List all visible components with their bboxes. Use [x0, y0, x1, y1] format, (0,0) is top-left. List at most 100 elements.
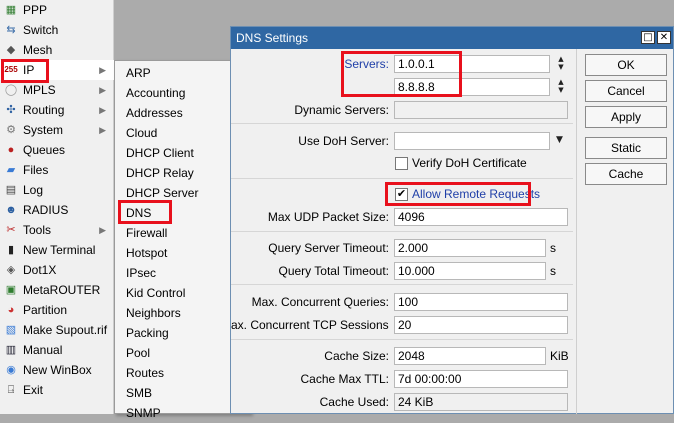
max-concurrent-tcp-label: ax. Concurrent TCP Sessions: [231, 318, 389, 332]
menu-item-label: New WinBox [23, 363, 92, 377]
menu-item-new-terminal[interactable]: ▮ New Terminal [0, 240, 114, 260]
menu-item-label: Manual [23, 343, 63, 357]
partition-icon: ◕ [7, 303, 15, 316]
submenu-item-smb[interactable]: SMB [126, 383, 152, 403]
verify-doh-checkbox[interactable] [395, 157, 408, 170]
menu-item-label: Files [23, 163, 49, 177]
ok-button[interactable]: OK [585, 54, 667, 76]
cache-size-unit: KiB [550, 349, 569, 363]
highlight-allow-remote [385, 182, 531, 206]
cache-size-label: Cache Size: [324, 349, 389, 363]
menu-item-log[interactable]: ▤ Log [0, 180, 114, 200]
submenu-arrow-icon: ▶ [99, 104, 106, 115]
restore-icon[interactable]: □ [641, 31, 655, 44]
submenu-item-neighbors[interactable]: Neighbors [126, 303, 181, 323]
max-udp-field[interactable]: 4096 [394, 208, 568, 226]
highlight-servers [341, 51, 462, 97]
submenu-item-accounting[interactable]: Accounting [126, 83, 185, 103]
menu-item-label: Exit [23, 383, 44, 397]
server-2-updown-icon[interactable]: ▲ ▼ [556, 78, 566, 96]
submenu-arrow-icon: ▶ [99, 84, 106, 95]
menu-item-mpls[interactable]: ◯ MPLS ▶ [0, 80, 114, 100]
submenu-item-firewall[interactable]: Firewall [126, 223, 167, 243]
dialog-titlebar[interactable]: DNS Settings [231, 27, 673, 49]
highlight-ip [1, 59, 49, 83]
menu-item-mesh[interactable]: ◆ Mesh [0, 40, 114, 60]
routing-icon: ✣ [6, 103, 16, 116]
submenu-item-dhcp-relay[interactable]: DHCP Relay [126, 163, 194, 183]
submenu-item-dhcp-client[interactable]: DHCP Client [126, 143, 194, 163]
menu-item-queues[interactable]: ● Queues [0, 140, 114, 160]
submenu-item-addresses[interactable]: Addresses [126, 103, 183, 123]
query-total-timeout-field[interactable]: 10.000 [394, 262, 546, 280]
submenu-item-snmp[interactable]: SNMP [126, 403, 161, 423]
section-divider [231, 231, 573, 232]
submenu-item-packing[interactable]: Packing [126, 323, 169, 343]
query-total-timeout-label: Query Total Timeout: [278, 264, 390, 278]
submenu-item-arp[interactable]: ARP [126, 63, 151, 83]
menu-item-ppp[interactable]: ▦ PPP [0, 0, 114, 20]
max-concurrent-tcp-field[interactable]: 20 [394, 316, 568, 334]
submenu-item-pool[interactable]: Pool [126, 343, 150, 363]
highlight-dns [118, 200, 172, 224]
menu-item-label: PPP [23, 3, 48, 17]
submenu-item-routes[interactable]: Routes [126, 363, 164, 383]
log-icon: ▤ [5, 183, 17, 196]
static-button[interactable]: Static [585, 137, 667, 159]
exit-icon: ⍈ [7, 383, 15, 396]
timeout-unit: s [550, 241, 556, 255]
cache-max-ttl-field[interactable]: 7d 00:00:00 [394, 370, 568, 388]
menu-item-routing[interactable]: ✣ Routing ▶ [0, 100, 114, 120]
max-concurrent-queries-field[interactable]: 100 [394, 293, 568, 311]
menu-item-manual[interactable]: ▥ Manual [0, 340, 114, 360]
menu-item-label: Mesh [23, 43, 53, 57]
gear-icon: ⚙ [6, 123, 16, 136]
cancel-button[interactable]: Cancel [585, 80, 667, 102]
cache-size-field[interactable]: 2048 [394, 347, 546, 365]
timeout-unit: s [550, 264, 556, 278]
menu-item-new-winbox[interactable]: ◉ New WinBox [0, 360, 114, 380]
manual-icon: ▥ [5, 343, 17, 356]
terminal-icon: ▮ [7, 243, 15, 256]
cache-used-field: 24 KiB [394, 393, 568, 411]
submenu-arrow-icon: ▶ [99, 224, 106, 235]
cache-button[interactable]: Cache [585, 163, 667, 185]
doh-server-label: Use DoH Server: [298, 134, 389, 148]
close-icon[interactable]: ✕ [657, 31, 671, 44]
menu-item-exit[interactable]: ⍈ Exit [0, 380, 114, 400]
menu-item-label: Log [23, 183, 44, 197]
max-concurrent-queries-label: Max. Concurrent Queries: [251, 295, 389, 309]
submenu-item-kid-control[interactable]: Kid Control [126, 283, 185, 303]
apply-button[interactable]: Apply [585, 106, 667, 128]
submenu-arrow-icon: ▶ [99, 64, 106, 75]
menu-item-dot1x[interactable]: ◈ Dot1X [0, 260, 114, 280]
queues-icon: ● [7, 143, 15, 156]
doh-server-field[interactable] [394, 132, 550, 150]
dynamic-servers-field [394, 101, 568, 119]
menu-item-label: MPLS [23, 83, 56, 97]
server-1-updown-icon[interactable]: ▲ ▼ [556, 55, 566, 73]
submenu-item-ipsec[interactable]: IPsec [126, 263, 156, 283]
menu-item-tools[interactable]: ✂ Tools ▶ [0, 220, 114, 240]
menu-item-partition[interactable]: ◕ Partition [0, 300, 114, 320]
submenu-item-cloud[interactable]: Cloud [126, 123, 157, 143]
folder-icon: ▰ [6, 163, 16, 176]
dialog-title: DNS Settings [236, 31, 309, 45]
menu-item-label: Switch [23, 23, 59, 37]
menu-item-files[interactable]: ▰ Files [0, 160, 114, 180]
submenu-item-hotspot[interactable]: Hotspot [126, 243, 167, 263]
section-divider [231, 339, 573, 340]
menu-item-metarouter[interactable]: ▣ MetaROUTER [0, 280, 114, 300]
menu-item-switch[interactable]: ⇆ Switch [0, 20, 114, 40]
verify-doh-label: Verify DoH Certificate [412, 156, 527, 170]
menu-item-system[interactable]: ⚙ System ▶ [0, 120, 114, 140]
query-server-timeout-field[interactable]: 2.000 [394, 239, 546, 257]
doh-dropdown-icon[interactable]: ▼ [556, 135, 563, 145]
menu-item-label: MetaROUTER [23, 283, 101, 297]
radius-icon: ☻ [5, 203, 17, 216]
tools-icon: ✂ [6, 223, 16, 236]
menu-item-radius[interactable]: ☻ RADIUS [0, 200, 114, 220]
menu-item-make-supout[interactable]: ▧ Make Supout.rif [0, 320, 114, 340]
section-divider [231, 123, 573, 124]
cache-used-label: Cache Used: [319, 395, 389, 409]
